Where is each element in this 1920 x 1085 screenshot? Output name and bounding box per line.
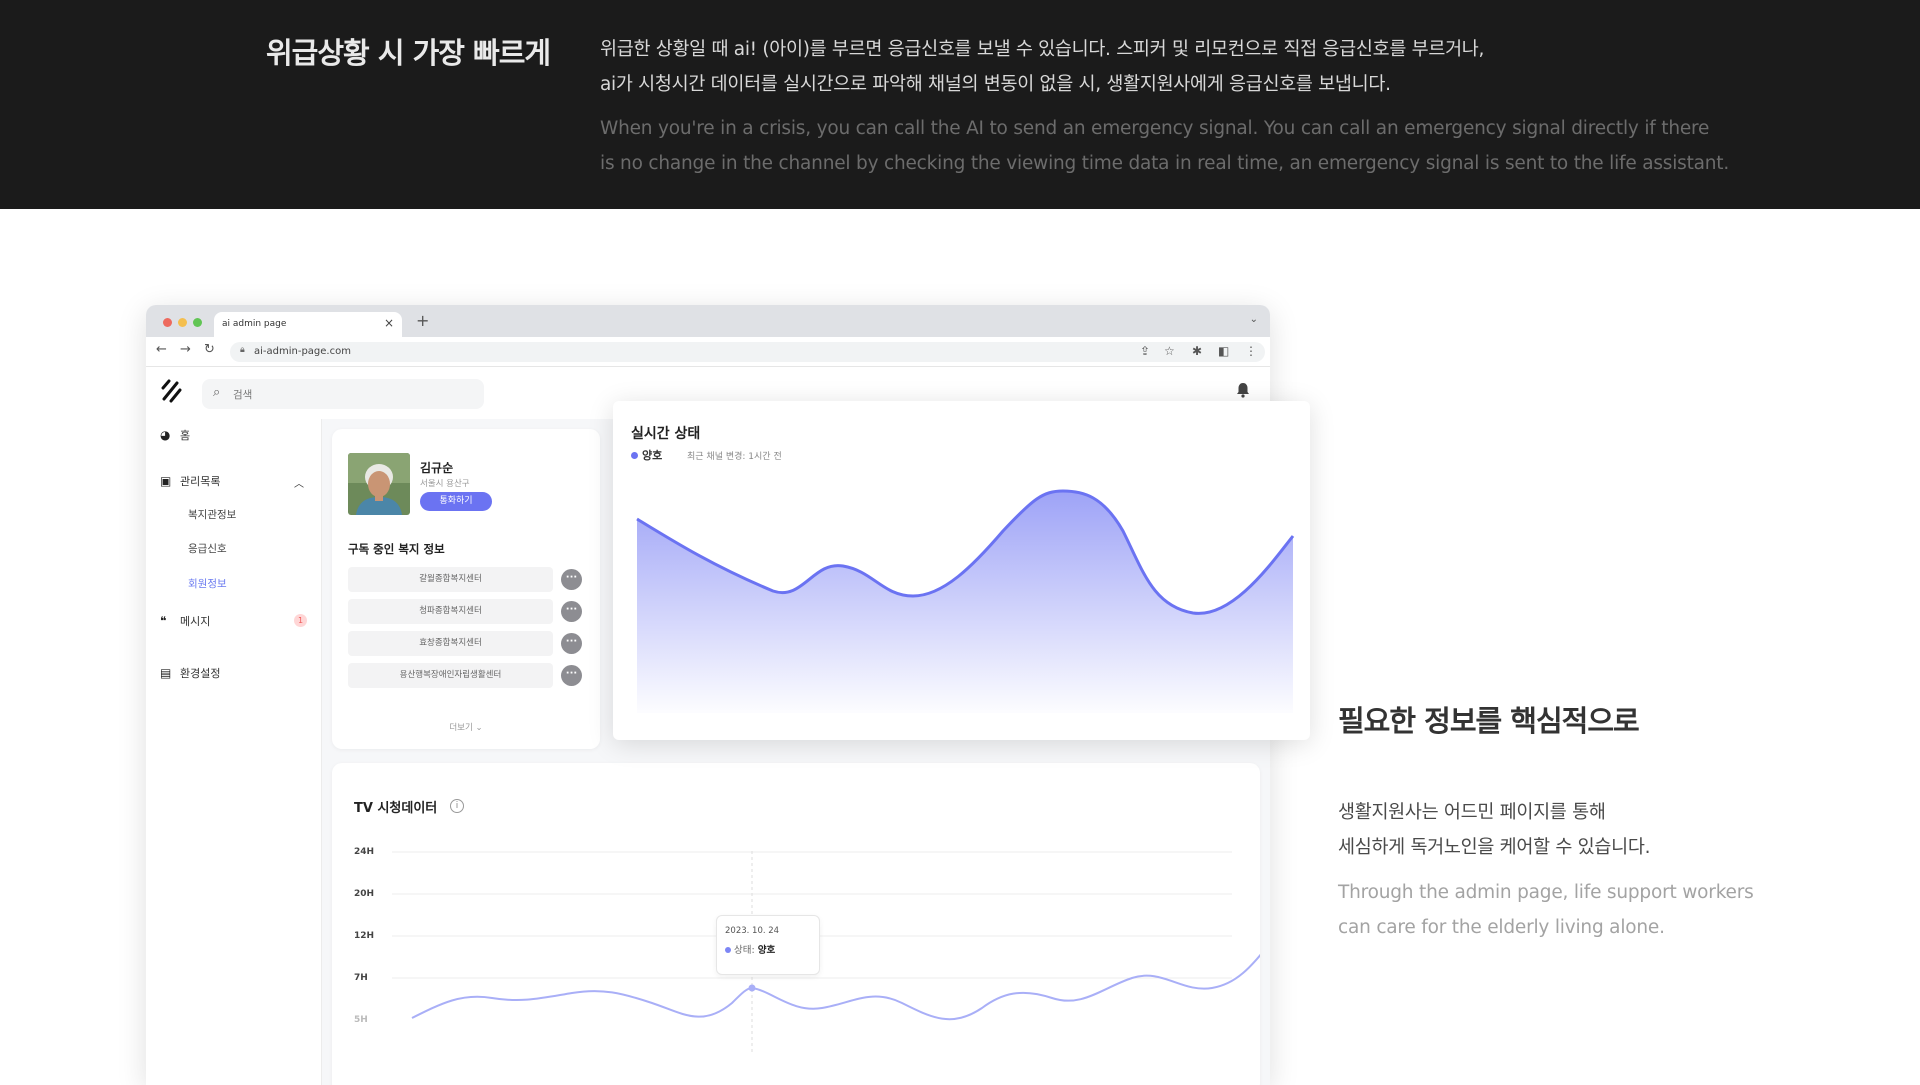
extensions-icon[interactable]: ✱ [1192,344,1202,358]
emergency-en-line2: is no change in the channel by checking … [600,153,1730,174]
welfare-item: 갈월종합복지센터 [348,567,553,592]
welfare-item: 청파종합복지센터 [348,599,553,624]
show-more-link[interactable]: 더보기 ⌄ [332,721,600,733]
subscribed-welfare-title: 구독 중인 복지 정보 [348,542,445,556]
forward-arrow-icon[interactable]: → [180,342,191,357]
care-en-line2: can care for the elderly living alone. [1338,917,1665,938]
notification-bell-icon[interactable] [1236,382,1250,398]
browser-tab-title: ai admin page [222,319,287,329]
hover-point [748,984,756,992]
sidebar-item-manage[interactable]: ▣ 관리목록 [160,473,220,489]
search-icon: ⌕ [213,385,221,400]
window-maximize-dot[interactable] [193,318,202,327]
more-options-icon[interactable]: ··· [561,633,582,654]
sidebar-settings-label: 환경설정 [180,667,221,680]
tv-viewing-card: TV 시청데이터 i 24H 20H 12H 7H 5H 2023. 10. 2… [332,763,1260,1085]
realtime-status-card: 실시간 상태 양호 최근 채널 변경: 1시간 전 [613,401,1310,740]
tooltip-status-value: 양호 [757,945,776,956]
care-ko-line2: 세심하게 독거노인을 케어할 수 있습니다. [1338,837,1651,858]
emergency-description-en: When you're in a crisis, you can call th… [600,111,1760,181]
sidebar-sub-emergency[interactable]: 응급신호 [188,541,227,556]
tooltip-status: 상태: 양호 [725,942,775,956]
emergency-description-ko: 위급한 상황일 때 ai! (아이)를 부르면 응급신호를 보낼 수 있습니다.… [600,32,1760,102]
menu-kebab-icon[interactable]: ⋮ [1245,344,1257,358]
lock-icon: 🔒︎ [240,345,245,355]
care-description-ko: 생활지원사는 어드민 페이지를 통해 세심하게 독거노인을 케어할 수 있습니다… [1338,795,1838,865]
sidebar-item-messages[interactable]: ❝ 메시지 [160,613,210,629]
browser-tab-bar: ai admin page × + ⌄ [146,305,1270,337]
status-dot-icon [725,947,731,953]
member-name: 김규순 [420,461,454,475]
clipboard-icon: ▤ [160,666,172,680]
new-tab-icon[interactable]: + [416,311,429,330]
sidebar: ◕ 홈 ▣ 관리목록 ︿ 복지관정보 응급신호 회원정보 ❝ 메시지 1 ▤ 환경설정 [146,419,322,1085]
window-minimize-dot[interactable] [178,318,187,327]
show-more-label: 더보기 [449,723,473,733]
realtime-area-chart [636,489,1295,713]
browser-tab[interactable]: ai admin page × [214,312,402,337]
search-placeholder: 검색 [233,389,253,401]
chat-bubbles-icon: ❝ [160,614,167,628]
window-close-dot[interactable] [163,318,172,327]
emergency-ko-line1: 위급한 상황일 때 ai! (아이)를 부르면 응급신호를 보낼 수 있습니다.… [600,39,1485,60]
pie-chart-icon: ◕ [160,428,171,442]
sidebar-item-settings[interactable]: ▤ 환경설정 [160,665,220,681]
messages-count-badge: 1 [294,614,307,627]
chevron-down-icon: ⌄ [475,723,483,733]
chart-tooltip: 2023. 10. 24 상태: 양호 [716,915,820,975]
reload-icon[interactable]: ↻ [204,342,215,357]
sidebar-item-home[interactable]: ◕ 홈 [160,427,190,443]
share-icon[interactable]: ⇪ [1140,344,1150,358]
tab-list-chevron-icon[interactable]: ⌄ [1250,314,1258,325]
more-options-icon[interactable]: ··· [561,601,582,622]
sidebar-messages-label: 메시지 [180,615,211,628]
avatar [348,453,410,515]
browser-toolbar: ← → ↻ 🔒︎ ai-admin-page.com ⇪ ☆ ✱ ◧ ⋮ [146,337,1270,367]
sidebar-sub-welfare[interactable]: 복지관정보 [188,507,236,522]
address-bar[interactable]: 🔒︎ ai-admin-page.com ⇪ ☆ [230,342,1265,362]
more-options-icon[interactable]: ··· [561,569,582,590]
app-logo-icon[interactable] [160,377,184,405]
welfare-item: 용산행복장애인자립생활센터 [348,663,553,688]
profile-card: 김규순 서울시 용산구 통화하기 구독 중인 복지 정보 갈월종합복지센터 ··… [332,429,600,749]
sidebar-home-label: 홈 [180,429,191,442]
emergency-ko-line2: ai가 시청시간 데이터를 실시간으로 파악해 채널의 변동이 없을 시, 생활… [600,74,1391,95]
tooltip-status-label: 상태: [734,945,755,956]
sidebar-manage-label: 관리목록 [180,475,221,488]
search-input[interactable]: ⌕ 검색 [202,379,484,409]
emergency-section: 위급상황 시 가장 빠르게 위급한 상황일 때 ai! (아이)를 부르면 응급… [0,0,1920,209]
care-ko-line1: 생활지원사는 어드민 페이지를 통해 [1338,802,1606,823]
bookmark-star-icon[interactable]: ☆ [1164,344,1175,358]
care-title: 필요한 정보를 핵심적으로 [1338,704,1640,738]
emergency-title: 위급상황 시 가장 빠르게 [266,36,551,70]
folder-icon: ▣ [160,474,172,488]
side-panel-icon[interactable]: ◧ [1218,344,1229,358]
address-url: ai-admin-page.com [254,346,351,357]
tab-close-icon[interactable]: × [384,316,394,330]
more-options-icon[interactable]: ··· [561,665,582,686]
tv-data-line [411,953,1260,1021]
back-arrow-icon[interactable]: ← [156,342,167,357]
care-description-en: Through the admin page, life support wor… [1338,875,1838,945]
call-button[interactable]: 통화하기 [420,492,492,511]
welfare-item: 효창종합복지센터 [348,631,553,656]
sidebar-sub-members[interactable]: 회원정보 [188,576,227,591]
chevron-up-icon[interactable]: ︿ [294,475,304,490]
care-en-line1: Through the admin page, life support wor… [1338,882,1754,903]
realtime-area [637,491,1293,713]
tooltip-date: 2023. 10. 24 [725,926,780,936]
emergency-en-line1: When you're in a crisis, you can call th… [600,118,1710,139]
member-location: 서울시 용산구 [420,479,470,489]
